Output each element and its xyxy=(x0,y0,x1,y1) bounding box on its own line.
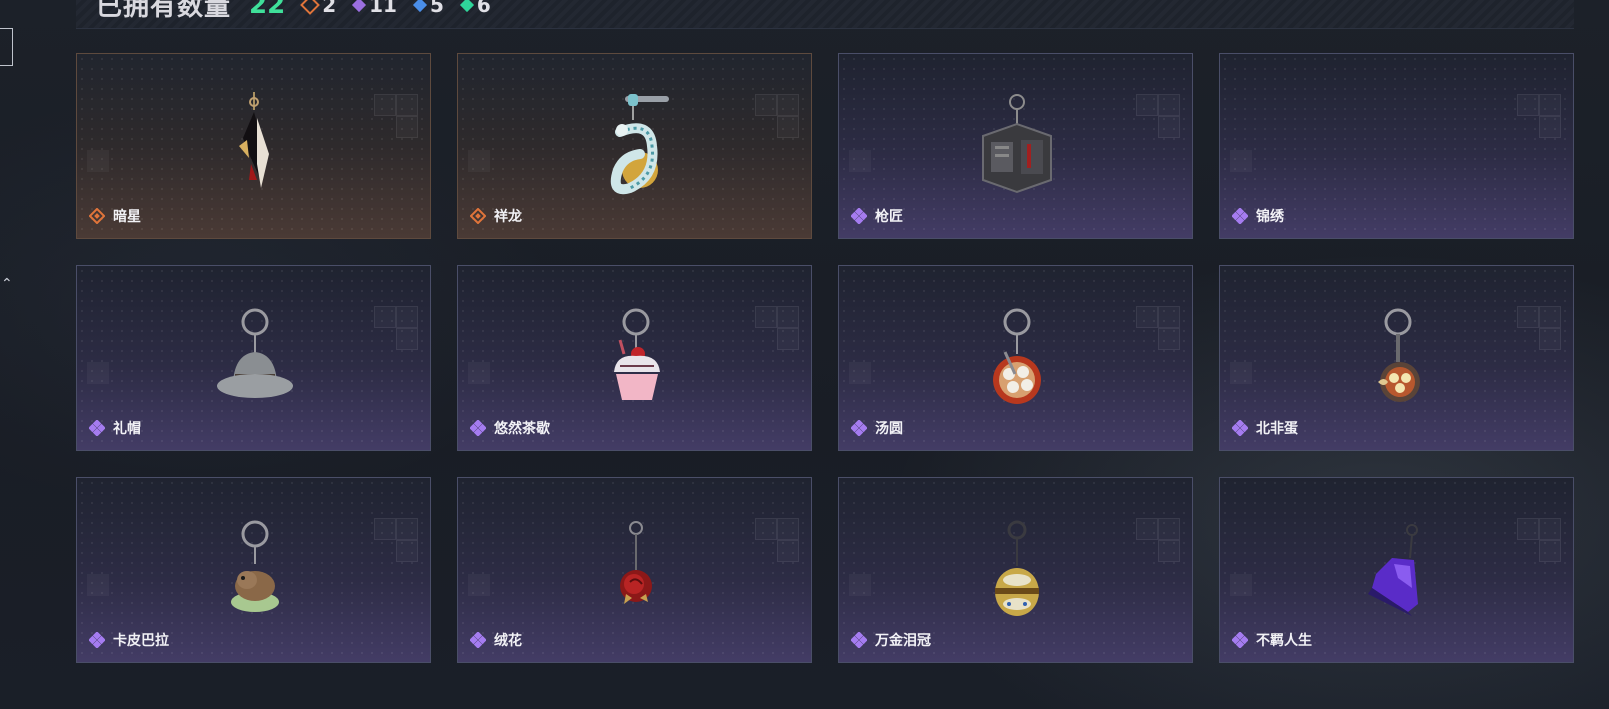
blue-count: 5 xyxy=(412,0,444,17)
charm-name: 卡皮巴拉 xyxy=(113,633,169,649)
charm-card[interactable]: 汤圆 xyxy=(838,265,1193,451)
purple-rarity-icon xyxy=(851,420,867,436)
card-decoration xyxy=(374,518,418,578)
charm-card[interactable]: 卡皮巴拉 xyxy=(76,477,431,663)
card-decoration xyxy=(1517,94,1561,154)
charm-card[interactable]: 绒花 xyxy=(457,477,812,663)
purple-rarity-icon xyxy=(89,632,105,648)
green-count: 6 xyxy=(459,0,491,17)
charm-grid: 暗星 祥龙 枪匠 锦绣 礼帽 悠然茶歇 汤圆 北非蛋 卡皮巴拉 绒花 万金泪冠 … xyxy=(76,53,1574,663)
shakshuka-pan-charm-icon xyxy=(1377,308,1420,402)
gold-rarity-icon xyxy=(300,0,321,15)
charm-card[interactable]: 万金泪冠 xyxy=(838,477,1193,663)
charm-name: 枪匠 xyxy=(875,209,903,225)
dragon-charm-icon xyxy=(610,94,669,195)
card-decoration xyxy=(1136,94,1180,154)
gold-rarity-icon xyxy=(89,208,105,224)
card-decoration xyxy=(1517,518,1561,578)
purple-rarity-icon xyxy=(1232,420,1248,436)
card-decoration xyxy=(755,94,799,154)
gold-rarity-icon xyxy=(470,208,486,224)
charm-card[interactable]: 锦绣 xyxy=(1219,53,1574,239)
charm-card[interactable]: 暗星 xyxy=(76,53,431,239)
blue-rarity-icon xyxy=(412,0,428,12)
charm-card[interactable]: 礼帽 xyxy=(76,265,431,451)
purple-rarity-icon xyxy=(89,420,105,436)
card-decoration xyxy=(755,518,799,578)
charm-name: 万金泪冠 xyxy=(875,633,931,649)
charm-name: 礼帽 xyxy=(113,421,141,437)
purple-rarity-icon xyxy=(470,420,486,436)
owned-count-label: 已拥有数量 xyxy=(96,0,232,22)
tangyuan-bowl-charm-icon xyxy=(992,308,1041,404)
card-decoration xyxy=(755,306,799,366)
card-decoration xyxy=(1136,306,1180,366)
card-decoration xyxy=(374,94,418,154)
card-decoration xyxy=(1136,518,1180,578)
hat-charm-icon xyxy=(216,308,293,398)
sneaker-charm-icon xyxy=(1367,524,1418,616)
purple-count: 11 xyxy=(352,0,397,17)
charm-name: 祥龙 xyxy=(494,209,522,225)
purple-rarity-icon xyxy=(851,208,867,224)
charm-name: 汤圆 xyxy=(875,421,903,437)
charm-card[interactable]: 枪匠 xyxy=(838,53,1193,239)
purple-rarity-icon xyxy=(1232,632,1248,648)
charm-card[interactable]: 不羁人生 xyxy=(1219,477,1574,663)
charm-name: 暗星 xyxy=(113,209,141,225)
chevron-up-icon[interactable]: ⌃ xyxy=(1,276,13,292)
gunsmith-case-charm-icon xyxy=(981,94,1052,194)
green-rarity-icon xyxy=(459,0,474,12)
charm-name: 不羁人生 xyxy=(1256,633,1312,649)
capybara-charm-icon xyxy=(230,520,279,612)
owned-summary-bar: 已拥有数量 22 2 11 5 6 xyxy=(76,0,1574,29)
charm-name: 悠然茶歇 xyxy=(494,421,550,437)
card-decoration xyxy=(1517,306,1561,366)
cupcake-charm-icon xyxy=(613,308,660,400)
dark-star-charm-icon xyxy=(238,92,269,188)
charm-card[interactable]: 悠然茶歇 xyxy=(457,265,812,451)
charm-card[interactable]: 北非蛋 xyxy=(1219,265,1574,451)
purple-rarity-icon xyxy=(851,632,867,648)
purple-rarity-icon xyxy=(470,632,486,648)
crown-egg-charm-icon xyxy=(994,520,1039,616)
purple-rarity-icon xyxy=(1232,208,1248,224)
charm-name: 锦绣 xyxy=(1256,209,1284,225)
owned-total-count: 22 xyxy=(249,0,286,20)
charm-name: 绒花 xyxy=(494,633,522,649)
gold-count: 2 xyxy=(300,0,336,17)
purple-rarity-icon xyxy=(352,0,367,12)
rose-charm-icon xyxy=(619,521,652,604)
charm-name: 北非蛋 xyxy=(1256,421,1298,437)
side-panel-handle[interactable] xyxy=(0,28,13,66)
charm-card[interactable]: 祥龙 xyxy=(457,53,812,239)
card-decoration xyxy=(374,306,418,366)
